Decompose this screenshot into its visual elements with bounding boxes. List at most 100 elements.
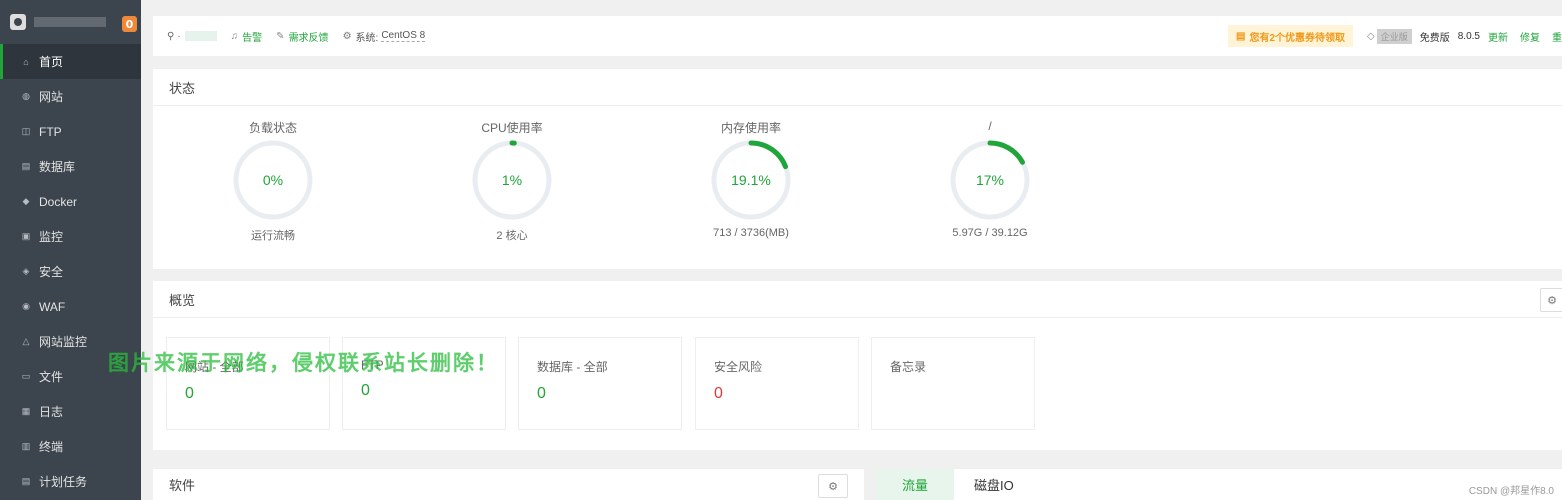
sidebar-item-4[interactable]: ◆ Docker <box>0 184 141 219</box>
coupon-button[interactable]: ▤ 您有2个优惠券待领取 <box>1228 25 1354 47</box>
sidebar-item-11[interactable]: ▥ 终端 <box>0 429 141 464</box>
tab-disk-io[interactable]: 磁盘IO <box>954 469 1034 500</box>
edition-label: 免费版 <box>1419 32 1450 44</box>
software-settings-button[interactable]: ⚙ <box>818 474 848 498</box>
gauge[interactable]: 负载状态 0% 运行流畅 <box>213 119 333 243</box>
traffic-panel: 流量 磁盘IO <box>876 469 1562 500</box>
gauge-title: 内存使用率 <box>720 121 781 135</box>
sidebar-item-6[interactable]: ◈ 安全 <box>0 254 141 289</box>
database-icon: ▤ <box>21 161 31 171</box>
ftp-icon: ◫ <box>21 126 31 136</box>
gauge[interactable]: CPU使用率 1% 2 核心 <box>452 119 572 243</box>
system-label: 系统: <box>355 32 379 44</box>
sidebar-item-label: 数据库 <box>39 160 76 174</box>
gear-icon: ⚙ <box>1547 293 1557 307</box>
shield-icon: ◈ <box>22 266 30 276</box>
overview-settings-button[interactable]: ⚙ <box>1540 288 1562 312</box>
overview-box-label: 备忘录 <box>890 360 927 374</box>
gauge-subtitle: 713 / 3736(MB) <box>713 227 789 239</box>
gauge-subtitle: 5.97G / 39.12G <box>952 227 1028 239</box>
sidebar-item-label: 终端 <box>39 440 64 454</box>
sidebar-item-10[interactable]: ▦ 日志 <box>0 394 141 429</box>
watermark-text: 图片来源于网络，侵权联系站长删除！ <box>108 351 499 375</box>
gear-icon: ⚙ <box>342 30 352 42</box>
software-title: 软件 <box>169 478 196 493</box>
sidebar-item-5[interactable]: ▣ 监控 <box>0 219 141 254</box>
sidebar-item-3[interactable]: ▤ 数据库 <box>0 149 141 184</box>
home-icon: ⌂ <box>23 56 29 67</box>
gauge-value: 0% <box>263 172 283 188</box>
repair-link[interactable]: 修复 <box>1520 29 1540 44</box>
diamond-icon: ◇ <box>1367 30 1375 42</box>
feedback-link[interactable]: ✎ 需求反馈 <box>276 29 328 44</box>
gauge-subtitle: 运行流畅 <box>251 230 295 242</box>
sidebar-item-label: FTP <box>39 124 62 139</box>
user-prefix: · <box>177 30 181 42</box>
status-title: 状态 <box>153 69 1562 106</box>
sidebar-item-0[interactable]: ⌂ 首页 <box>0 44 141 79</box>
user-info[interactable]: ⚲ · <box>167 31 217 42</box>
enterprise-tag: 企业版 <box>1376 28 1412 44</box>
top-info-bar: ⚲ · ♫ 告警 ✎ 需求反馈 ⚙ 系统: CentOS 8 ▤ 您有2个优惠券… <box>153 16 1562 56</box>
overview-box-label: 数据库 - 全部 <box>537 360 608 374</box>
overview-box-label: 安全风险 <box>714 360 763 374</box>
gauge-value: 1% <box>502 172 522 188</box>
sidebar-menu: ⌂ 首页 ◍ 网站 ◫ FTP ▤ 数据库 ◆ Docker ▣ 监控 ◈ 安全 ◉ WAF △ 网站监控 ▭ 文件 ▦… <box>0 44 141 499</box>
alarm-link[interactable]: ♫ 告警 <box>231 29 263 44</box>
gauge[interactable]: 内存使用率 19.1% 713 / 3736(MB) <box>691 119 811 239</box>
gauge-title: CPU使用率 <box>481 121 543 135</box>
bell-icon: ♫ <box>230 30 239 42</box>
sidebar-item-12[interactable]: ▤ 计划任务 <box>0 464 141 499</box>
coupon-label: 您有2个优惠券待领取 <box>1249 32 1346 44</box>
logo-icon <box>10 14 26 30</box>
site-monitor-icon: △ <box>22 336 30 346</box>
overview-box[interactable]: 备忘录 <box>871 337 1035 430</box>
gauge-ring: 19.1% <box>711 140 791 220</box>
software-panel: 软件 ⚙ <box>153 469 864 500</box>
sidebar-header: 0 <box>0 0 141 44</box>
system-value: CentOS 8 <box>381 30 426 42</box>
sidebar-item-label: Docker <box>39 194 78 209</box>
overview-box-value: 0 <box>185 385 194 402</box>
update-link[interactable]: 更新 <box>1488 29 1508 44</box>
gauge-ring: 0% <box>233 140 313 220</box>
enterprise-badge[interactable]: ◇ 企业版 <box>1367 28 1412 44</box>
sidebar-item-1[interactable]: ◍ 网站 <box>0 79 141 114</box>
notification-badge[interactable]: 0 <box>122 16 137 32</box>
topbar-right: ▤ 您有2个优惠券待领取 ◇ 企业版 免费版 8.0.5 更新 修复 重 <box>1228 16 1562 56</box>
server-name-redacted <box>34 17 106 27</box>
feedback-label: 需求反馈 <box>288 32 329 44</box>
gauge-value: 19.1% <box>731 172 771 188</box>
globe-icon: ◍ <box>22 91 30 101</box>
sidebar-item-label: 文件 <box>39 370 64 384</box>
edit-icon: ✎ <box>276 30 285 42</box>
overview-box[interactable]: 安全风险 0 <box>695 337 859 430</box>
overview-box-value: 0 <box>537 385 546 402</box>
credit-text: CSDN @邦星作8.0 <box>1468 486 1554 497</box>
sidebar-item-label: 安全 <box>39 265 64 279</box>
restart-link[interactable]: 重 <box>1552 29 1562 44</box>
gauge-subtitle: 2 核心 <box>496 230 528 242</box>
version-number: 8.0.5 <box>1457 30 1480 42</box>
overview-box-value: 0 <box>714 385 723 402</box>
gauge[interactable]: / 17% 5.97G / 39.12G <box>930 119 1050 239</box>
sidebar-item-label: 网站监控 <box>39 335 88 349</box>
gauge-ring: 17% <box>950 140 1030 220</box>
system-info: ⚙ 系统: CentOS 8 <box>343 29 426 44</box>
overview-title: 概览 <box>153 281 1562 318</box>
sidebar-item-label: 网站 <box>39 90 64 104</box>
gear-icon: ⚙ <box>828 479 838 493</box>
overview-box[interactable]: 数据库 - 全部 0 <box>518 337 682 430</box>
waf-icon: ◉ <box>22 301 30 311</box>
gauge-title: 负载状态 <box>248 121 297 135</box>
sidebar-item-7[interactable]: ◉ WAF <box>0 289 141 324</box>
gauge-title: / <box>988 119 992 133</box>
alarm-label: 告警 <box>242 32 263 44</box>
user-icon: ⚲ <box>167 30 175 42</box>
log-icon: ▦ <box>21 406 31 416</box>
tab-traffic[interactable]: 流量 <box>876 469 955 500</box>
coupon-icon: ▤ <box>1236 30 1246 42</box>
folder-icon: ▭ <box>21 371 31 381</box>
sidebar-item-2[interactable]: ◫ FTP <box>0 114 141 149</box>
status-panel: 状态 负载状态 0% 运行流畅 CPU使用率 1% 2 核心 内存使用率 19.1% 713 /… <box>153 69 1562 269</box>
